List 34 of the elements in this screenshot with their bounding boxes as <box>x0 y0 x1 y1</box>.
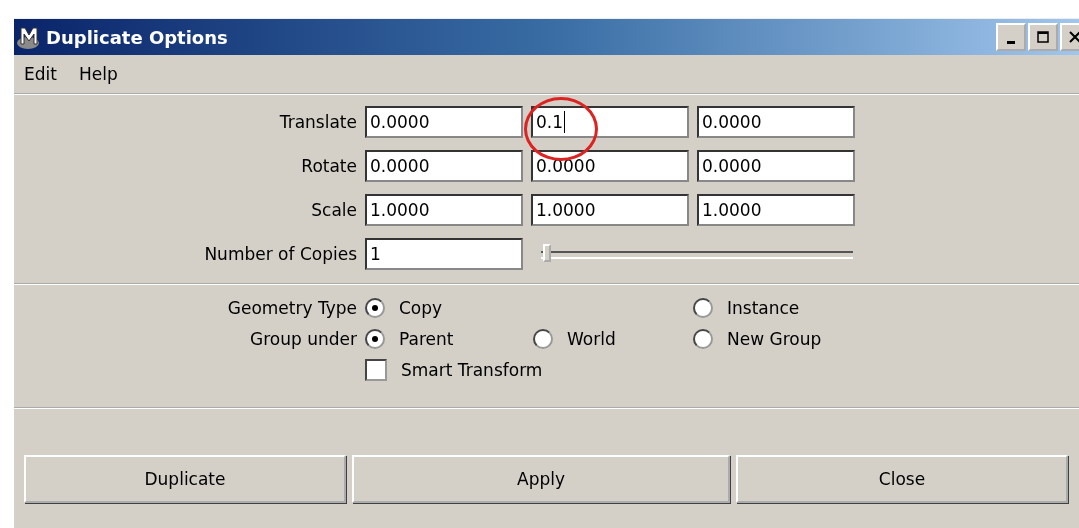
field-label: Number of Copies <box>203 244 357 264</box>
input-field[interactable]: 1.0000 <box>365 194 523 226</box>
input-field[interactable]: 1.0000 <box>697 194 855 226</box>
menu-item[interactable]: Edit <box>24 64 57 84</box>
minimize-icon <box>1007 40 1015 44</box>
option-label: Group under <box>249 329 357 349</box>
field-label: Scale <box>310 200 357 220</box>
radio-option[interactable]: Instance <box>693 298 893 319</box>
radio-option[interactable]: Copy <box>365 298 533 319</box>
field-label: Translate <box>278 112 357 132</box>
window-title: Duplicate Options <box>46 26 228 48</box>
smart-transform-checkbox[interactable]: Smart Transform <box>365 358 543 381</box>
input-field[interactable]: 0.0000 <box>365 106 523 138</box>
dialog-button[interactable]: Duplicate <box>24 455 346 503</box>
radio-option[interactable]: Parent <box>365 329 533 349</box>
input-field[interactable]: 0.1 <box>531 106 689 138</box>
input-field[interactable]: 0.0000 <box>531 150 689 182</box>
dialog-button[interactable]: Close <box>736 455 1068 503</box>
input-field[interactable]: 1 <box>365 238 523 270</box>
maximize-icon <box>1036 30 1050 44</box>
input-field[interactable]: 0.0000 <box>697 150 855 182</box>
radio-option[interactable]: New Group <box>693 329 893 349</box>
option-label: Geometry Type <box>226 298 357 319</box>
minimize-button[interactable] <box>996 23 1026 51</box>
input-field[interactable]: 0.0000 <box>697 106 855 138</box>
field-label: Rotate <box>300 156 357 176</box>
radio-option[interactable]: World <box>533 329 693 349</box>
dialog-button[interactable]: Apply <box>352 455 730 503</box>
menu-item[interactable]: Help <box>78 64 118 84</box>
input-field[interactable]: 1.0000 <box>531 194 689 226</box>
slider-thumb[interactable] <box>543 244 551 262</box>
maximize-button[interactable] <box>1028 23 1058 51</box>
close-icon <box>1068 30 1079 44</box>
input-field[interactable]: 0.0000 <box>365 150 523 182</box>
